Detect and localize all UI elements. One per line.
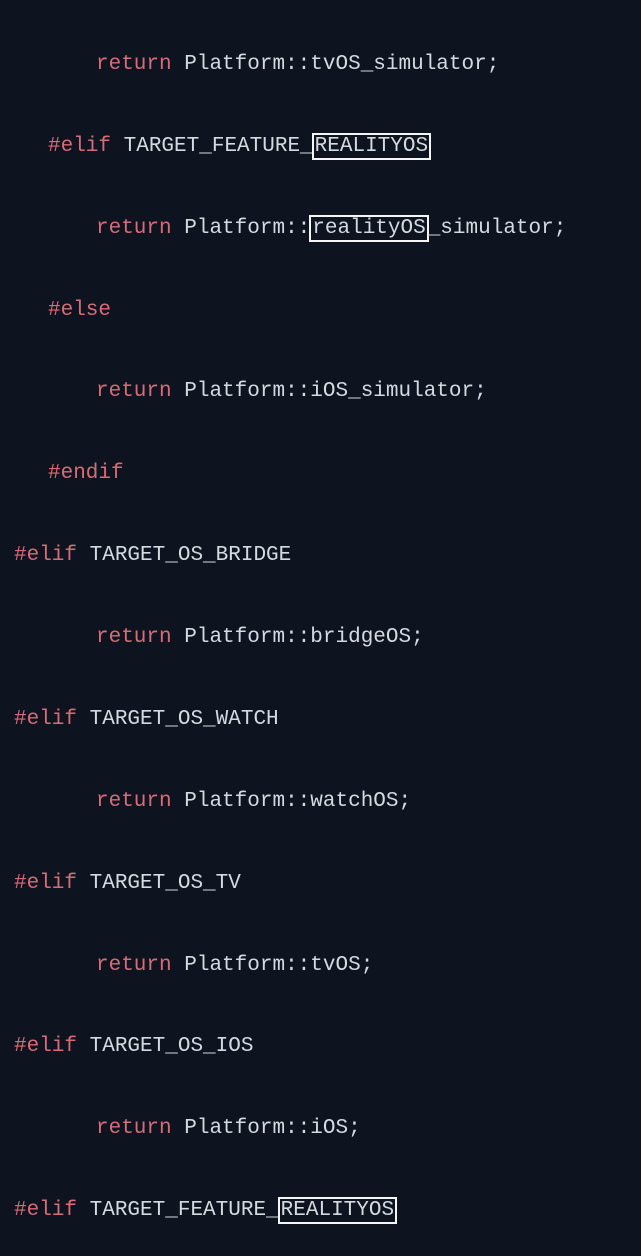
preprocessor-elif: #elif xyxy=(48,135,111,158)
code-line: #endif xyxy=(0,454,641,495)
code-line: #elif TARGET_OS_BRIDGE xyxy=(0,536,641,577)
code-line: return Platform::tvOS_simulator; xyxy=(0,45,641,86)
preprocessor-elif: #elif xyxy=(14,1035,77,1058)
keyword-return: return xyxy=(96,1117,172,1140)
keyword-return: return xyxy=(96,53,172,76)
highlight-realityos: REALITYOS xyxy=(278,1197,397,1224)
preprocessor-elif: #elif xyxy=(14,544,77,567)
code-line: #elif TARGET_FEATURE_REALITYOS xyxy=(0,127,641,168)
keyword-return: return xyxy=(96,626,172,649)
code-line: return Platform::watchOS; xyxy=(0,782,641,823)
preprocessor-else: #else xyxy=(48,299,111,322)
code-line: #elif TARGET_OS_WATCH xyxy=(0,700,641,741)
code-block: return Platform::tvOS_simulator; #elif T… xyxy=(0,4,641,1256)
code-line: return Platform::bridgeOS; xyxy=(0,618,641,659)
code-line: #elif TARGET_OS_TV xyxy=(0,864,641,905)
code-line: #elif TARGET_FEATURE_REALITYOS xyxy=(0,1191,641,1232)
code-line: #else xyxy=(0,291,641,332)
code-line: #elif TARGET_OS_IOS xyxy=(0,1027,641,1068)
highlight-realityos: REALITYOS xyxy=(312,133,431,160)
code-line: return Platform::tvOS; xyxy=(0,946,641,987)
code-line: return Platform::iOS_simulator; xyxy=(0,372,641,413)
code-line: return Platform::realityOS_simulator; xyxy=(0,209,641,250)
code-line: return Platform::iOS; xyxy=(0,1109,641,1150)
preprocessor-elif: #elif xyxy=(14,872,77,895)
keyword-return: return xyxy=(96,790,172,813)
keyword-return: return xyxy=(96,217,172,240)
preprocessor-elif: #elif xyxy=(14,1199,77,1222)
preprocessor-elif: #elif xyxy=(14,708,77,731)
keyword-return: return xyxy=(96,380,172,403)
preprocessor-endif: #endif xyxy=(48,462,124,485)
highlight-realityos: realityOS xyxy=(309,215,428,242)
keyword-return: return xyxy=(96,954,172,977)
